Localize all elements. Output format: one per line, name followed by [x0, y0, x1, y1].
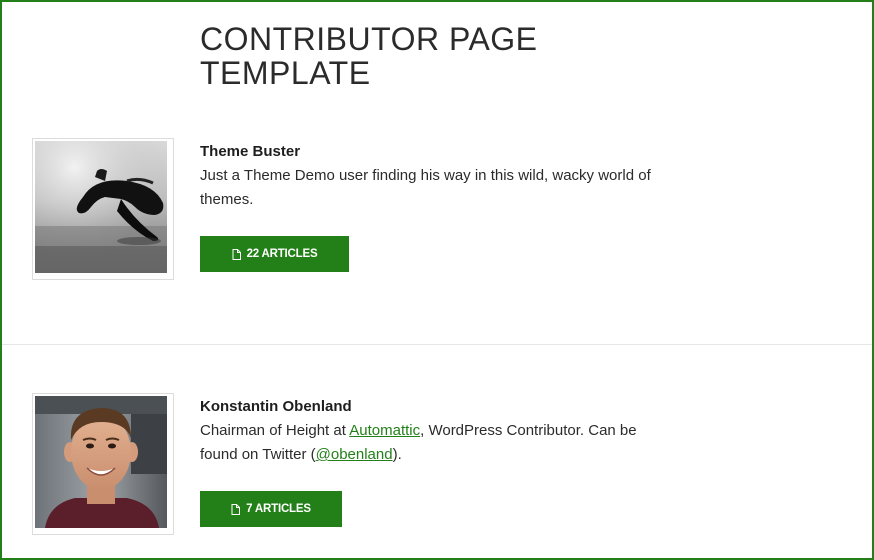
contributor-card: Konstantin Obenland Chairman of Height a…: [2, 393, 872, 558]
articles-button[interactable]: 22 ARTICLES: [200, 236, 349, 272]
sunglasses-photo: [35, 141, 167, 273]
contributor-name[interactable]: Konstantin Obenland: [200, 396, 670, 418]
twitter-link[interactable]: @obenland: [316, 446, 393, 463]
document-icon: [232, 248, 241, 260]
articles-count-label: 7 ARTICLES: [246, 503, 311, 515]
contributor-bio: Just a Theme Demo user finding his way i…: [200, 167, 651, 208]
articles-button[interactable]: 7 ARTICLES: [200, 491, 342, 527]
automattic-link[interactable]: Automattic: [349, 422, 420, 439]
avatar[interactable]: [32, 393, 174, 535]
avatar[interactable]: [32, 138, 174, 280]
divider: [2, 344, 872, 345]
bio-text: ).: [392, 446, 402, 463]
contributor-info: Theme Buster Just a Theme Demo user find…: [200, 141, 670, 212]
articles-count-label: 22 ARTICLES: [246, 248, 318, 260]
document-icon: [231, 503, 241, 515]
bio-text: Chairman of Height at: [200, 422, 350, 439]
contributor-bio: Chairman of Height at Automattic, WordPr…: [200, 419, 670, 467]
portrait-photo: [35, 396, 167, 528]
page-title: CONTRIBUTOR PAGE TEMPLATE: [200, 21, 538, 91]
page-frame: CONTRIBUTOR PAGE TEMPLATE Theme Buster J…: [0, 0, 874, 560]
contributor-card: Theme Buster Just a Theme Demo user find…: [2, 138, 872, 344]
contributor-name[interactable]: Theme Buster: [200, 141, 670, 163]
contributor-info: Konstantin Obenland Chairman of Height a…: [200, 396, 670, 467]
